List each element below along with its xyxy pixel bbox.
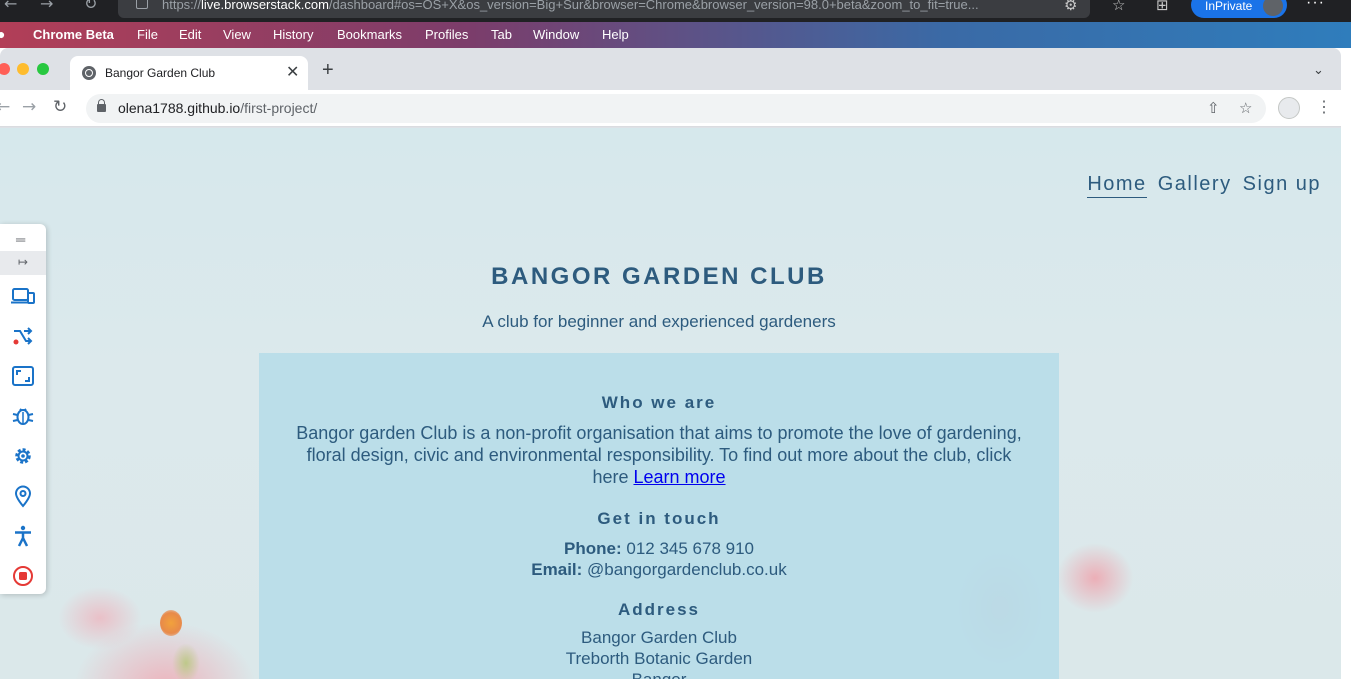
address-line: Bangor	[259, 669, 1059, 679]
menu-tab[interactable]: Tab	[491, 27, 512, 42]
chrome-toolbar: ← → ↻ olena1788.github.io/first-project/…	[0, 90, 1341, 127]
macos-menu-bar: ● Chrome Beta File Edit View History Boo…	[0, 22, 1351, 48]
outer-more-icon[interactable]: ···	[1306, 0, 1325, 12]
inprivate-avatar	[1263, 0, 1283, 16]
outer-page-info-icon[interactable]	[136, 0, 148, 9]
inprivate-label: InPrivate	[1205, 0, 1253, 13]
profile-avatar-icon[interactable]	[1278, 97, 1300, 119]
address-line: Treborth Botanic Garden	[565, 649, 753, 668]
apple-icon[interactable]: ●	[0, 26, 5, 42]
address-bar[interactable]: olena1788.github.io/first-project/ ⇧ ☆	[86, 94, 1266, 123]
collections-icon[interactable]: ⊞	[1156, 0, 1169, 14]
email-address: @bangorgardenclub.co.uk	[587, 560, 787, 579]
address-block: Bangor Garden Club Treborth Botanic Gard…	[259, 627, 1059, 679]
page-tagline: A club for beginner and experienced gard…	[482, 312, 836, 331]
phone-label: Phone:	[564, 539, 622, 558]
location-icon[interactable]	[11, 484, 35, 508]
outer-reload-icon[interactable]: ↻	[84, 0, 97, 13]
menu-help[interactable]: Help	[602, 27, 629, 42]
globe-icon	[82, 66, 96, 80]
chrome-menu-icon[interactable]: ⋮	[1316, 97, 1332, 117]
accessibility-icon[interactable]	[11, 524, 35, 548]
address-url: olena1788.github.io/first-project/	[118, 100, 317, 116]
tab-title: Bangor Garden Club	[105, 66, 216, 80]
who-we-are-heading: Who we are	[601, 393, 717, 412]
nav-signup-link[interactable]: Sign up	[1243, 173, 1321, 195]
new-tab-icon[interactable]: +	[322, 59, 334, 82]
phone-number: 012 345 678 910	[626, 539, 754, 558]
inprivate-badge[interactable]: InPrivate	[1191, 0, 1287, 18]
tab-bangor-garden-club[interactable]: Bangor Garden Club ✕	[70, 56, 308, 90]
collapse-toolbar-icon[interactable]: ↦	[0, 251, 46, 275]
tracking-prevention-icon[interactable]: ⚙	[1064, 0, 1077, 14]
outer-url-host: live.browserstack.com	[201, 0, 329, 12]
page-viewport: Home Gallery Sign up BANGOR GARDEN CLUB …	[0, 128, 1341, 679]
phone-line: Phone: 012 345 678 910	[259, 538, 1059, 559]
bookmark-star-icon[interactable]: ☆	[1239, 99, 1252, 117]
email-label: Email:	[531, 560, 583, 579]
outer-address-bar[interactable]: https://live.browserstack.com/dashboard#…	[118, 0, 1090, 18]
device-switch-icon[interactable]	[11, 284, 35, 308]
contact-details: Phone: 012 345 678 910 Email: @bangorgar…	[259, 538, 1059, 580]
shuffle-icon[interactable]	[11, 324, 35, 348]
nav-gallery-link[interactable]: Gallery	[1158, 173, 1232, 195]
outer-forward-icon[interactable]: →	[40, 0, 53, 13]
reload-icon[interactable]: ↻	[53, 97, 67, 117]
get-in-touch-heading: Get in touch	[597, 509, 721, 528]
drag-handle-icon[interactable]: ═	[16, 232, 25, 247]
about-paragraph: Bangor garden Club is a non-profit organ…	[293, 422, 1025, 488]
flower-image	[160, 610, 182, 636]
lock-icon[interactable]	[97, 99, 106, 112]
tab-close-icon[interactable]: ✕	[286, 62, 299, 82]
menu-app-name[interactable]: Chrome Beta	[33, 27, 114, 42]
menu-bookmarks[interactable]: Bookmarks	[337, 27, 402, 42]
nav-home-link[interactable]: Home	[1087, 173, 1147, 198]
bug-icon[interactable]	[11, 404, 35, 428]
address-heading: Address	[617, 600, 701, 619]
favorites-icon[interactable]: ☆	[1112, 0, 1125, 14]
outer-browser-bar: ← → ↻ https://live.browserstack.com/dash…	[0, 0, 1351, 22]
outer-back-icon[interactable]: ←	[4, 0, 17, 13]
page-title: BANGOR GARDEN CLUB	[491, 263, 827, 290]
url-path: /first-project/	[240, 100, 318, 116]
browserstack-toolbar: ═ ↦	[0, 224, 46, 594]
menu-history[interactable]: History	[273, 27, 313, 42]
zoom-window-button[interactable]	[37, 63, 49, 75]
stop-session-icon[interactable]	[11, 564, 35, 588]
menu-edit[interactable]: Edit	[179, 27, 201, 42]
url-host: olena1788.github.io	[118, 100, 241, 116]
outer-url-rest: /dashboard#os=OS+X&os_version=Big+Sur&br…	[328, 0, 979, 12]
address-line: Bangor Garden Club	[581, 628, 737, 647]
minimize-window-button[interactable]	[17, 63, 29, 75]
forward-icon[interactable]: →	[22, 97, 36, 117]
email-line: Email: @bangorgardenclub.co.uk	[259, 559, 1059, 580]
share-icon[interactable]: ⇧	[1207, 99, 1220, 117]
flower-stem-image	[172, 643, 200, 679]
menu-file[interactable]: File	[137, 27, 158, 42]
learn-more-link[interactable]: Learn more	[633, 467, 725, 487]
menu-profiles[interactable]: Profiles	[425, 27, 468, 42]
outer-url-prefix: https://	[162, 0, 202, 12]
back-icon[interactable]: ←	[0, 97, 10, 117]
settings-icon[interactable]	[11, 444, 35, 468]
resolution-icon[interactable]	[11, 364, 35, 388]
close-window-button[interactable]	[0, 63, 10, 75]
tab-search-chevron-icon[interactable]: ⌄	[1313, 62, 1324, 78]
info-card: Who we are Bangor garden Club is a non-p…	[259, 353, 1059, 679]
site-navigation: Home Gallery Sign up	[1083, 173, 1321, 198]
menu-window[interactable]: Window	[533, 27, 579, 42]
menu-view[interactable]: View	[223, 27, 251, 42]
